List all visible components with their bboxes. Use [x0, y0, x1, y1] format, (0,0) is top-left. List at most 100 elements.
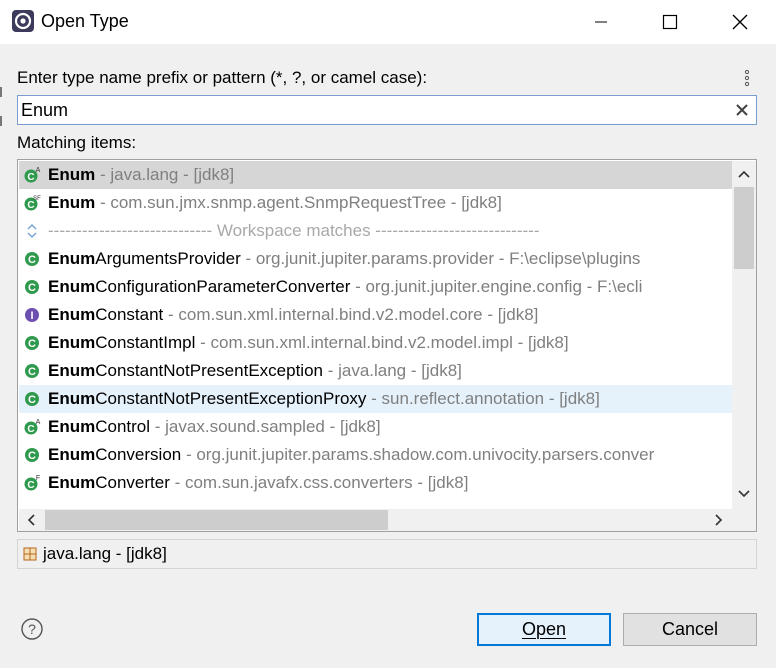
type-name-rest: Control [95, 417, 151, 436]
horizontal-scroll-thumb[interactable] [45, 510, 388, 530]
list-item[interactable]: C EnumConstantNotPresentExceptionProxy - … [19, 385, 732, 413]
separator-label: ----------------------------- Workspace … [48, 221, 540, 240]
type-qualifier: - org.junit.jupiter.engine.config - F:\e… [350, 277, 643, 296]
type-label: Enum - com.sun.jmx.snmp.agent.SnmpReques… [48, 193, 502, 213]
type-qualifier: - javax.sound.sampled - [jdk8] [150, 417, 381, 436]
cancel-button[interactable]: Cancel [623, 613, 757, 646]
svg-text:C: C [27, 424, 34, 435]
type-label: EnumArgumentsProvider - org.junit.jupite… [48, 249, 640, 269]
close-icon [732, 14, 748, 30]
scroll-up-icon[interactable] [736, 167, 752, 183]
svg-text:?: ? [28, 621, 36, 637]
svg-text:C: C [28, 282, 36, 294]
vertical-scrollbar[interactable] [732, 161, 756, 509]
class-icon: C [25, 364, 39, 378]
separator-icon [27, 223, 37, 239]
package-icon [23, 547, 37, 561]
eclipse-app-icon [12, 10, 34, 32]
svg-text:A: A [36, 419, 41, 426]
type-qualifier: - sun.reflect.annotation - [jdk8] [366, 389, 600, 408]
minimize-icon [595, 21, 607, 23]
list-item[interactable]: C EnumArgumentsProvider - org.junit.jupit… [19, 245, 732, 273]
list-rows: C A Enum - java.lang - [jdk8] C SF Enum - com… [19, 161, 732, 509]
type-name-match: Enum [48, 361, 96, 380]
open-button[interactable]: Open [477, 613, 611, 646]
type-name-rest: ConstantNotPresentExceptionProxy [95, 389, 367, 408]
list-item[interactable]: C A Enum - java.lang - [jdk8] [19, 161, 732, 189]
interface-icon: I [25, 308, 39, 322]
svg-text:C: C [28, 254, 36, 266]
details-status-bar: java.lang - [jdk8] [17, 539, 757, 569]
clear-icon[interactable] [734, 102, 750, 118]
workspace-separator: ----------------------------- Workspace … [19, 217, 732, 245]
help-icon[interactable]: ? [20, 617, 44, 641]
type-qualifier: - java.lang - [jdk8] [322, 361, 462, 380]
class-icon: C [25, 336, 39, 350]
type-name-rest: Constant [95, 305, 164, 324]
type-label: EnumConstantNotPresentException - java.l… [48, 361, 462, 381]
svg-text:C: C [28, 338, 36, 350]
vertical-scroll-thumb[interactable] [734, 187, 754, 269]
maximize-button[interactable] [648, 0, 692, 44]
type-qualifier: - java.lang - [jdk8] [95, 165, 235, 184]
type-name-match: Enum [48, 193, 96, 212]
type-qualifier: - org.junit.jupiter.params.shadow.com.un… [181, 445, 655, 464]
list-item[interactable]: I EnumConstant - com.sun.xml.internal.bin… [19, 301, 732, 329]
svg-text:F: F [36, 475, 40, 482]
svg-text:I: I [30, 310, 33, 322]
scroll-left-icon[interactable] [24, 512, 40, 528]
window-edge-marker [0, 116, 2, 126]
view-menu-icon[interactable] [742, 69, 752, 87]
type-name-match: Enum [48, 277, 96, 296]
type-name-match: Enum [48, 417, 96, 436]
class-abstract-icon: CA [24, 167, 41, 183]
svg-text:SF: SF [33, 196, 41, 202]
svg-text:C: C [28, 394, 36, 406]
scroll-corner [732, 509, 756, 531]
type-name-match: Enum [48, 445, 96, 464]
type-name-match: Enum [48, 333, 96, 352]
open-button-label: Open [521, 619, 567, 639]
type-name-match: Enum [48, 165, 96, 184]
list-item[interactable]: C F EnumConverter - com.sun.javafx.css.con… [19, 469, 732, 497]
type-qualifier: - com.sun.xml.internal.bind.v2.model.cor… [163, 305, 539, 324]
list-item[interactable]: C EnumConfigurationParameterConverter - o… [19, 273, 732, 301]
list-item[interactable]: C EnumConstantImpl - com.sun.xml.internal… [19, 329, 732, 357]
type-qualifier: - org.junit.jupiter.params.provider - F:… [240, 249, 641, 268]
type-qualifier: - com.sun.jmx.snmp.agent.SnmpRequestTree… [95, 193, 502, 212]
matching-items-list[interactable]: C A Enum - java.lang - [jdk8] C SF Enum - com… [17, 159, 757, 532]
title-bar: Open Type [0, 0, 776, 44]
svg-text:C: C [28, 366, 36, 378]
list-item[interactable]: C A EnumControl - javax.sound.sampled - [j… [19, 413, 732, 441]
type-label: EnumConstant - com.sun.xml.internal.bind… [48, 305, 538, 325]
svg-text:C: C [28, 450, 36, 462]
minimize-button[interactable] [579, 0, 623, 44]
type-qualifier: - com.sun.javafx.css.converters - [jdk8] [169, 473, 469, 492]
scroll-down-icon[interactable] [736, 485, 752, 501]
matching-items-label: Matching items: [17, 133, 137, 152]
window-title: Open Type [41, 11, 129, 31]
list-item[interactable]: C EnumConstantNotPresentException - java.… [19, 357, 732, 385]
svg-text:C: C [27, 172, 34, 183]
type-label: Enum - java.lang - [jdk8] [48, 165, 234, 185]
type-name-rest: ConstantNotPresentException [95, 361, 323, 380]
search-input[interactable] [21, 99, 721, 121]
status-text: java.lang - [jdk8] [43, 544, 167, 563]
list-item[interactable]: C EnumConversion - org.junit.jupiter.para… [19, 441, 732, 469]
scroll-right-icon[interactable] [710, 512, 726, 528]
svg-text:A: A [36, 167, 41, 174]
type-label: EnumConverter - com.sun.javafx.css.conve… [48, 473, 468, 493]
list-item[interactable]: C SF Enum - com.sun.jmx.snmp.agent.SnmpReq… [19, 189, 732, 217]
close-button[interactable] [718, 0, 762, 44]
type-name-match: Enum [48, 473, 96, 492]
svg-text:C: C [27, 480, 34, 491]
class-icon: C [25, 252, 39, 266]
type-label: EnumConstantImpl - com.sun.xml.internal.… [48, 333, 569, 353]
horizontal-scrollbar[interactable] [19, 509, 732, 531]
pattern-field[interactable] [17, 95, 757, 125]
window-edge-marker [0, 87, 2, 97]
type-qualifier: - com.sun.xml.internal.bind.v2.model.imp… [195, 333, 569, 352]
type-name-rest: Conversion [95, 445, 182, 464]
type-name-rest: ConstantImpl [95, 333, 196, 352]
type-name-rest: ArgumentsProvider [95, 249, 241, 268]
